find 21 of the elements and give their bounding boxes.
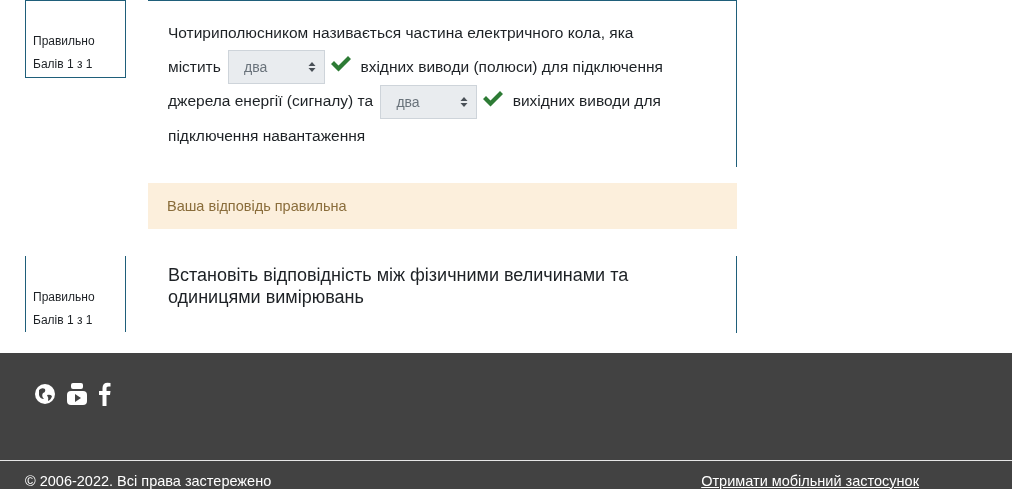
question-text: містить [168,57,221,75]
question-grade: Балів 1 з 1 [33,312,94,327]
question-text: Встановіть відповідність між фізичними величинами та одиницями вимірювань [168,264,629,307]
question-text: підключення навантаження [168,127,366,145]
question-status: Правильно [33,34,96,48]
answer-dropdown[interactable]: два [380,85,478,120]
question-text: Чотириполюсником називається частина електричного кола, яка [168,24,634,41]
question-text: джерела енергії (сигналу) та [168,92,374,110]
sort-arrows-icon [460,96,469,109]
globe-icon[interactable] [34,383,56,406]
question-text: вихідних виводи для [512,92,661,110]
mobile-app-link[interactable]: Отримати мобільний застосунок [701,472,919,489]
question-grade: Балів 1 з 1 [33,57,94,71]
sort-arrows-icon [308,61,317,74]
video-icon[interactable] [66,382,88,407]
question-status: Правильно [33,289,96,304]
feedback-message: Ваша відповідь правильна [148,182,737,229]
answer-dropdown[interactable]: два [228,50,326,85]
facebook-icon[interactable] [98,382,111,407]
question-text: вхідних виводи (полюси) для підключення [360,57,663,75]
copyright-text: © 2006-2022. Всі права застережено [25,472,272,489]
